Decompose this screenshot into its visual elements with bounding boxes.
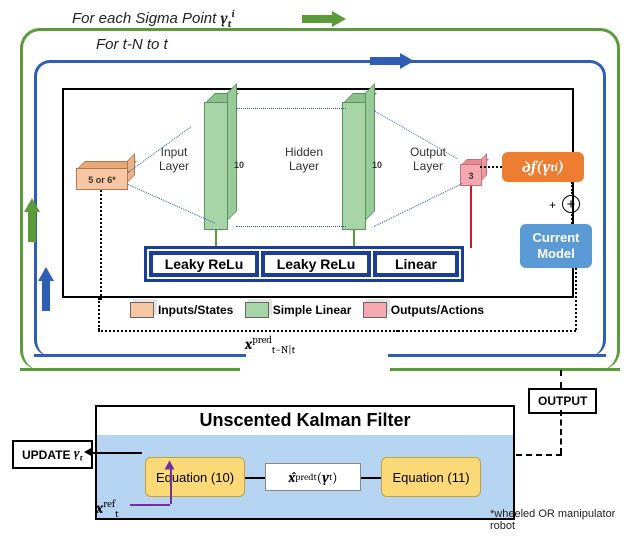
ukf-eq11-box: Equation (11)	[381, 457, 481, 497]
pred-line-v-in	[100, 190, 102, 300]
nn-panel: 5 or 6* 3 Input Layer 1	[62, 88, 574, 298]
update-yt-box: UPDATE yt	[12, 440, 93, 469]
ukf-eq10-box: Equation (10)	[145, 457, 245, 497]
conn-plus-model	[571, 214, 573, 224]
label-hidden-size-10: 10	[372, 160, 382, 170]
legend-swatch-inputs	[130, 302, 154, 318]
ukf-conn-2	[361, 477, 381, 479]
ukf-panel: Unscented Kalman Filter Equation (10) x̂…	[95, 405, 515, 520]
ukf-conn-1	[245, 477, 265, 479]
arrow-green-right-icon	[302, 12, 346, 26]
nn-slab-input	[204, 102, 228, 230]
green-bottom-left	[20, 368, 240, 371]
purple-v	[170, 468, 172, 504]
output-box: OUTPUT	[528, 388, 597, 414]
nn-slab-hidden	[342, 102, 366, 230]
nn-input-brick: 5 or 6*	[76, 168, 128, 190]
purple-h	[130, 504, 170, 506]
arrow-eq10-update-head-icon	[84, 447, 93, 457]
label-input-size-10: 10	[234, 160, 244, 170]
nn-output-size: 3	[461, 165, 481, 187]
pred-line-v-right	[575, 268, 577, 330]
pred-line-v-out	[98, 298, 100, 330]
legend-swatch-linear	[245, 302, 269, 318]
conn-nn-orange	[480, 166, 502, 168]
legend-inputs: Inputs/States	[158, 303, 233, 317]
pred-symbol: xpredt−N|t	[245, 334, 295, 356]
loop-outer-label: For each Sigma Point	[72, 10, 220, 27]
arrow-green-up-icon	[25, 198, 39, 242]
footnote: *wheeled OR manipulator robot	[490, 508, 640, 532]
arrow-blue-right-icon	[370, 54, 414, 68]
legend-outputs: Outputs/Actions	[391, 303, 484, 317]
plus-label: +	[549, 198, 556, 212]
ukf-xhat-box: x̂predt(yt)	[265, 463, 361, 491]
purple-arrowhead-icon	[165, 461, 175, 470]
activation-leaky-2: Leaky ReLu	[261, 251, 371, 277]
dash-out-down	[560, 410, 562, 454]
xref-symbol: xreft	[96, 498, 119, 520]
activation-linear: Linear	[373, 251, 459, 277]
activation-leaky-1: Leaky ReLu	[149, 251, 259, 277]
conn-grad-plus	[571, 182, 573, 194]
activation-strip: Leaky ReLu Leaky ReLu Linear	[144, 246, 464, 282]
green-bottom-right	[390, 368, 620, 371]
legend-linear: Simple Linear	[273, 303, 352, 317]
label-input-layer: Input Layer	[148, 145, 200, 173]
label-hidden-layer: Hidden Layer	[274, 145, 334, 173]
legend-swatch-outputs	[363, 302, 387, 318]
loop-inner-label: For t-N to t	[96, 36, 168, 53]
tick-red	[470, 186, 472, 248]
current-model-box: Current Model	[520, 224, 592, 268]
dash-to-output	[560, 370, 562, 388]
label-output-layer: Output Layer	[400, 145, 456, 173]
arrow-eq10-update	[92, 452, 142, 454]
pred-line-h2	[398, 330, 576, 332]
blue-bottom-right	[388, 354, 606, 357]
pred-line-h	[98, 330, 398, 332]
blue-bottom-left	[34, 354, 246, 357]
legend: Inputs/States Simple Linear Outputs/Acti…	[130, 302, 484, 318]
plus-circle-icon: +	[562, 195, 580, 213]
sigma-point-symbol: yti	[220, 9, 234, 27]
ukf-title: Unscented Kalman Filter	[97, 407, 513, 434]
arrow-blue-up-icon	[39, 267, 53, 311]
nn-input-size: 5 or 6*	[77, 169, 127, 191]
nn-output-brick: 3	[460, 164, 482, 186]
grad-f-box: ∂f(yti)	[502, 152, 584, 182]
